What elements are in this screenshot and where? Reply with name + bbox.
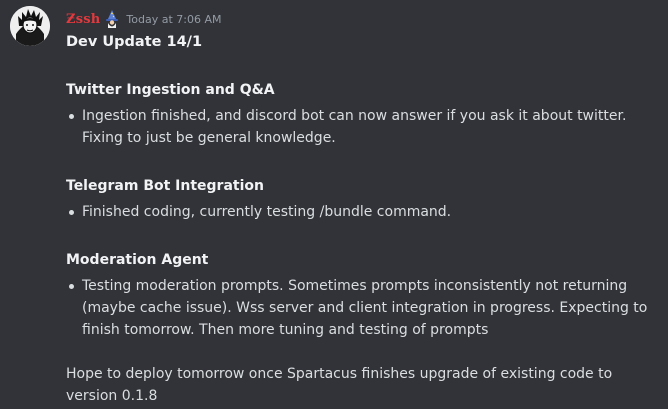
- section-twitter: Twitter Ingestion and Q&A Ingestion fini…: [66, 75, 661, 149]
- section-heading: Twitter Ingestion and Q&A: [66, 82, 275, 98]
- message-footer: Hope to deploy tomorrow once Spartacus f…: [66, 366, 613, 404]
- list-item: Testing moderation prompts. Sometimes pr…: [69, 275, 661, 341]
- author-name[interactable]: Ƶssh: [66, 12, 100, 27]
- message-header: Ƶssh Today at 7:06 AM: [66, 9, 221, 29]
- bullet-list: Finished coding, currently testing /bund…: [66, 201, 661, 223]
- message-timestamp[interactable]: Today at 7:06 AM: [126, 13, 221, 26]
- section-heading: Telegram Bot Integration: [66, 178, 264, 194]
- avatar-portrait-icon: [10, 6, 50, 46]
- list-item: Finished coding, currently testing /bund…: [69, 201, 661, 223]
- section-telegram: Telegram Bot Integration Finished coding…: [66, 171, 661, 223]
- avatar[interactable]: [10, 6, 50, 46]
- message-content: Dev Update 14/1 Twitter Ingestion and Q&…: [66, 31, 661, 407]
- wizard-icon[interactable]: [104, 10, 120, 28]
- message-title: Dev Update 14/1: [66, 34, 203, 50]
- section-heading: Moderation Agent: [66, 252, 209, 268]
- bullet-list: Testing moderation prompts. Sometimes pr…: [66, 275, 661, 341]
- chat-message: Ƶssh Today at 7:06 AM Dev Update 14/1 Tw…: [0, 0, 668, 409]
- section-moderation: Moderation Agent Testing moderation prom…: [66, 245, 661, 341]
- bullet-list: Ingestion finished, and discord bot can …: [66, 105, 661, 149]
- list-item: Ingestion finished, and discord bot can …: [69, 105, 661, 149]
